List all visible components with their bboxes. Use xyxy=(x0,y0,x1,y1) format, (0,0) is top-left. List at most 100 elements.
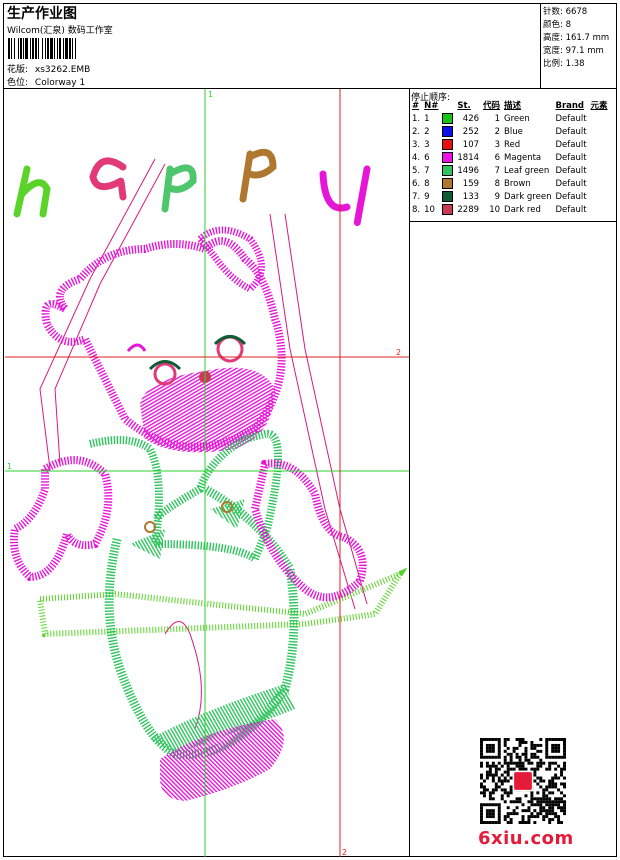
row-needle: 10 xyxy=(424,205,435,215)
row-needle: 6 xyxy=(424,153,430,163)
row-stitches: 159 xyxy=(462,179,480,189)
row-code: 8 xyxy=(494,179,501,189)
page-title: 生产作业图 xyxy=(7,6,77,22)
row-brand: Default xyxy=(555,153,587,163)
ratio-stat: 比例: 1.38 xyxy=(543,59,585,69)
row-index: 4. xyxy=(412,153,421,163)
row-swatch xyxy=(440,178,455,191)
row-swatch xyxy=(440,204,455,217)
row-stitches: 1496 xyxy=(457,166,480,176)
row-needle: 3 xyxy=(424,140,430,150)
row-element xyxy=(589,191,610,204)
color-swatch xyxy=(442,191,454,202)
row-index: 8. xyxy=(412,205,421,215)
col-desc: 描述 xyxy=(504,101,522,111)
colorway-label: 色位: xyxy=(7,78,29,88)
row-swatch xyxy=(440,152,455,165)
letter-a xyxy=(89,157,127,201)
width-stat: 宽度: 97.1 mm xyxy=(543,46,604,56)
color-swatch xyxy=(442,165,454,176)
bear-ear xyxy=(195,226,265,294)
qr-code xyxy=(480,738,566,824)
row-index: 1. xyxy=(412,114,421,124)
row-element xyxy=(589,152,610,165)
table-row: 6. 8 159 8 Brown Default xyxy=(410,178,610,191)
bear-head xyxy=(41,226,286,453)
colorway-row: 色位: Colorway 1 xyxy=(7,75,85,88)
design-file-row: 花版: xs3262.EMB xyxy=(7,62,90,75)
row-index: 5. xyxy=(412,166,421,176)
row-index: 2. xyxy=(412,127,421,137)
color-swatch xyxy=(442,139,454,150)
col-element: 元素 xyxy=(590,101,608,111)
table-row: 2. 2 252 2 Blue Default xyxy=(410,126,610,139)
row-brand: Default xyxy=(555,205,587,215)
color-swatch xyxy=(442,126,454,137)
row-description: Leaf green xyxy=(504,166,550,176)
row-brand: Default xyxy=(555,127,587,137)
table-bottom-divider xyxy=(409,221,617,222)
row-stitches: 2289 xyxy=(457,205,480,215)
stats-panel: 针数: 6678 颜色: 8 高度: 161.7 mm 宽度: 97.1 mm … xyxy=(543,6,609,71)
row-description: Green xyxy=(504,114,530,124)
letter-p2 xyxy=(239,148,277,203)
row-code: 7 xyxy=(494,166,501,176)
row-code: 1 xyxy=(494,114,501,124)
col-swatch xyxy=(440,100,455,113)
row-description: Dark green xyxy=(504,192,552,202)
swing-seat xyxy=(36,567,408,638)
row-element xyxy=(589,178,610,191)
right-rope-inner xyxy=(284,213,368,605)
row-code: 10 xyxy=(489,205,501,215)
table-header-row: # N# St. 代码 描述 Brand 元素 xyxy=(410,100,610,113)
marker-bottom: 2 xyxy=(342,848,347,857)
row-brand: Default xyxy=(555,192,587,202)
col-idx: # xyxy=(412,101,420,111)
row-element xyxy=(589,113,610,126)
table-row: 5. 7 1496 7 Leaf green Default xyxy=(410,165,610,178)
bear-arm-left xyxy=(10,456,113,582)
row-stitches: 1814 xyxy=(457,153,480,163)
right-rope xyxy=(269,213,356,610)
happy-letters xyxy=(13,148,371,228)
color-swatch xyxy=(442,152,454,163)
row-description: Red xyxy=(504,140,521,150)
row-needle: 8 xyxy=(424,179,430,189)
embroidery-canvas: 1 1 2 2 xyxy=(5,89,409,857)
brand-logo: 6xiu.com xyxy=(478,828,574,849)
bear-brow xyxy=(126,343,147,353)
row-brand: Default xyxy=(555,140,587,150)
row-code: 9 xyxy=(494,192,501,202)
row-element xyxy=(589,139,610,152)
col-code: 代码 xyxy=(483,101,501,111)
col-st: St. xyxy=(457,101,471,111)
row-brand: Default xyxy=(555,114,587,124)
colors-stat: 颜色: 8 xyxy=(543,20,571,30)
row-needle: 9 xyxy=(424,192,430,202)
colorway-value: Colorway 1 xyxy=(34,78,86,88)
table-row: 8. 10 2289 10 Dark red Default xyxy=(410,204,610,217)
row-stitches: 107 xyxy=(462,140,480,150)
row-index: 7. xyxy=(412,192,421,202)
col-n: N# xyxy=(424,101,439,111)
stitches-stat: 针数: 6678 xyxy=(543,7,588,17)
row-swatch xyxy=(440,165,455,178)
thread-color-table: # N# St. 代码 描述 Brand 元素 1. 1 426 1 Green Defa… xyxy=(410,100,610,217)
col-brand: Brand xyxy=(555,101,585,111)
row-code: 6 xyxy=(494,153,501,163)
marker-right: 2 xyxy=(396,348,401,357)
table-row: 7. 9 133 9 Dark green Default xyxy=(410,191,610,204)
row-stitches: 426 xyxy=(462,114,480,124)
row-element xyxy=(589,126,610,139)
row-description: Brown xyxy=(504,179,531,189)
height-stat: 高度: 161.7 mm xyxy=(543,33,610,43)
row-index: 6. xyxy=(412,179,421,189)
design-file-value: xs3262.EMB xyxy=(34,65,91,75)
row-description: Magenta xyxy=(504,153,542,163)
table-row: 4. 6 1814 6 Magenta Default xyxy=(410,152,610,165)
row-description: Blue xyxy=(504,127,523,137)
letter-h xyxy=(13,165,51,218)
row-needle: 7 xyxy=(424,166,430,176)
row-description: Dark red xyxy=(504,205,541,215)
row-element xyxy=(589,204,610,217)
